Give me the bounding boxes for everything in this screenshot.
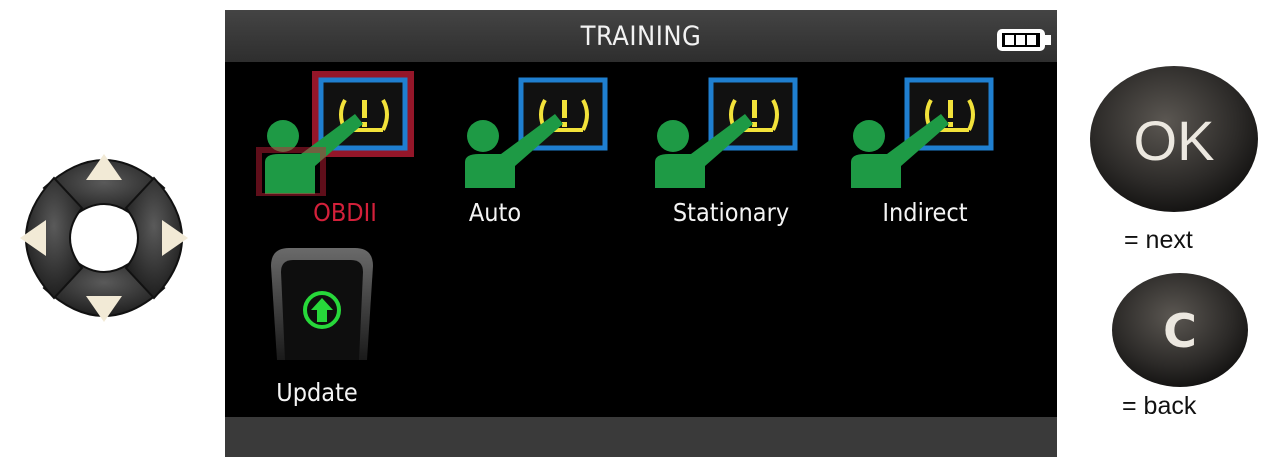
menu-item-label: Update: [276, 378, 358, 407]
tpms-training-icon: [256, 71, 414, 196]
menu-item-label: Indirect: [882, 198, 968, 227]
screen-title: TRAINING: [225, 10, 1057, 62]
c-legend: = back: [1122, 392, 1197, 420]
bottom-bar: [225, 417, 1057, 457]
c-button[interactable]: C: [1110, 271, 1250, 393]
menu-item-label: Stationary: [672, 198, 790, 227]
menu-item-update[interactable]: Update: [257, 242, 437, 422]
battery-icon: [995, 26, 1053, 58]
tpms-training-icon: [655, 77, 798, 188]
c-button-label: C: [1163, 304, 1197, 358]
tpms-training-icon: [851, 77, 994, 188]
menu-item-label: Auto: [468, 198, 522, 227]
ok-button[interactable]: OK: [1088, 64, 1260, 218]
ok-legend: = next: [1124, 226, 1193, 254]
tpms-training-icon: [465, 77, 608, 188]
ok-button-label: OK: [1134, 109, 1215, 172]
update-arrow-icon: [271, 248, 373, 360]
menu-item-indirect[interactable]: Indirect: [841, 66, 1021, 246]
device-screen: TRAINING OBDII Auto Stationary Indirect …: [225, 10, 1057, 457]
menu-item-auto[interactable]: Auto: [455, 66, 635, 246]
menu-item-stationary[interactable]: Stationary: [645, 66, 825, 246]
dpad-icon[interactable]: [6, 140, 202, 336]
